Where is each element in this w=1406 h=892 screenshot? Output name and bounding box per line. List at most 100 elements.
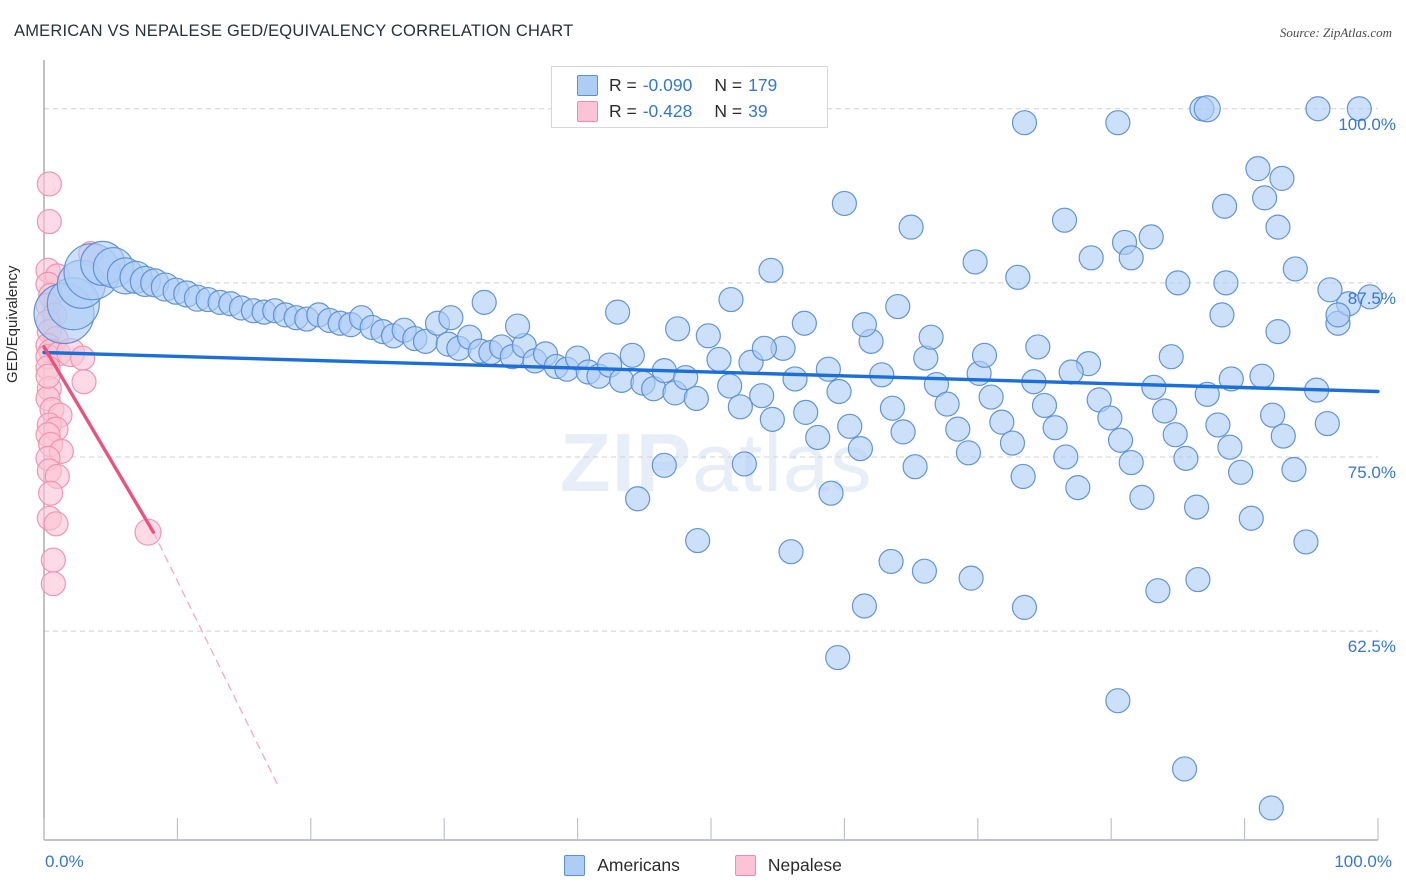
data-point xyxy=(40,547,66,573)
data-point xyxy=(1097,405,1123,431)
data-point xyxy=(1010,463,1036,490)
nepalese-trendline-extension xyxy=(152,531,280,788)
legend-swatch-nepalese xyxy=(577,100,598,122)
data-point xyxy=(902,454,928,480)
data-point xyxy=(438,305,464,331)
data-point xyxy=(1265,214,1291,240)
data-point xyxy=(989,409,1015,435)
legend-swatch-americans xyxy=(577,74,598,96)
x-tick-marks-group xyxy=(43,818,1379,840)
data-point xyxy=(36,171,62,197)
scatter-plot-svg xyxy=(33,60,1383,841)
data-point xyxy=(718,286,744,313)
data-point xyxy=(885,293,911,320)
data-point xyxy=(955,440,982,466)
data-point xyxy=(683,385,709,412)
americans-points-group xyxy=(33,95,1383,821)
data-point xyxy=(751,335,777,361)
data-point xyxy=(1317,277,1343,303)
data-point xyxy=(71,369,97,395)
data-point xyxy=(1260,402,1286,428)
nepalese-points-group xyxy=(35,171,162,597)
data-point xyxy=(1105,110,1131,136)
data-point xyxy=(471,289,497,315)
legend-r-value-nepalese: -0.428 xyxy=(642,100,693,121)
data-point xyxy=(70,345,96,371)
legend-r-label-americans: R = xyxy=(609,74,637,95)
data-point xyxy=(818,480,844,506)
data-point xyxy=(1213,270,1239,296)
data-point xyxy=(1258,795,1284,821)
gridlines-group xyxy=(44,108,1378,632)
data-point xyxy=(837,413,863,439)
data-point xyxy=(1171,756,1198,782)
data-point xyxy=(1078,245,1104,271)
data-point xyxy=(890,419,916,445)
data-point xyxy=(911,558,938,584)
data-point xyxy=(851,312,878,338)
data-point xyxy=(731,451,757,477)
data-point xyxy=(805,424,831,451)
data-point xyxy=(1183,494,1210,520)
series-label-nepalese: Nepalese xyxy=(767,854,842,875)
series-swatch-nepalese xyxy=(734,854,756,876)
data-point xyxy=(1238,505,1264,531)
data-point xyxy=(625,486,651,512)
legend-row-americans: R = -0.090 N = 179 xyxy=(577,72,777,98)
data-point xyxy=(758,257,784,283)
data-point xyxy=(815,356,841,382)
data-point xyxy=(1293,529,1319,555)
series-label-americans: Americans xyxy=(597,854,680,875)
correlation-legend: R = -0.090 N = 179 R = -0.428 N = 39 xyxy=(551,66,828,128)
data-point xyxy=(759,406,785,432)
data-point xyxy=(1193,95,1221,123)
y-tick-label-87: 87.5% xyxy=(1347,288,1396,308)
data-point xyxy=(1151,398,1178,424)
data-point xyxy=(1185,566,1211,593)
data-point xyxy=(1269,165,1295,191)
data-point xyxy=(665,316,691,342)
data-point xyxy=(1314,410,1340,437)
data-point xyxy=(1053,444,1079,470)
data-point xyxy=(706,346,732,373)
data-point xyxy=(1141,374,1167,400)
data-point xyxy=(1173,445,1199,471)
data-point xyxy=(1051,207,1078,233)
data-point xyxy=(36,208,62,235)
series-legend: Americans Nepalese xyxy=(0,848,1406,882)
data-point xyxy=(727,394,753,420)
data-point xyxy=(1282,256,1308,282)
data-point xyxy=(1249,363,1275,389)
data-point xyxy=(695,323,721,349)
data-point xyxy=(38,480,64,506)
legend-row-nepalese: R = -0.428 N = 39 xyxy=(577,98,768,124)
data-point xyxy=(43,511,69,537)
data-point xyxy=(1265,319,1291,345)
series-legend-item-nepalese[interactable]: Nepalese xyxy=(734,854,842,876)
data-point xyxy=(1058,359,1084,385)
data-point xyxy=(1129,484,1155,510)
data-point xyxy=(1165,270,1191,296)
data-point xyxy=(869,362,895,388)
data-point xyxy=(999,430,1026,456)
series-legend-item-americans[interactable]: Americans xyxy=(564,854,680,876)
legend-r-value-americans: -0.090 xyxy=(642,74,693,95)
y-axis-title: GED/Equivalency xyxy=(4,265,21,383)
data-point xyxy=(1005,264,1031,290)
data-point xyxy=(913,345,939,371)
data-point xyxy=(1245,156,1271,182)
legend-n-label-nepalese: N = xyxy=(714,100,743,121)
data-point xyxy=(1281,456,1307,483)
data-point xyxy=(782,366,808,392)
data-point xyxy=(978,384,1004,410)
y-tick-label-62: 62.5% xyxy=(1347,637,1396,657)
data-point xyxy=(1138,224,1164,250)
data-point xyxy=(898,214,924,240)
data-point xyxy=(1209,302,1235,328)
legend-r-label-nepalese: R = xyxy=(609,100,637,121)
data-point xyxy=(673,364,699,391)
data-point xyxy=(1158,344,1184,370)
legend-n-label-americans: N = xyxy=(714,74,743,95)
data-point xyxy=(1325,302,1351,328)
data-point xyxy=(825,644,851,671)
